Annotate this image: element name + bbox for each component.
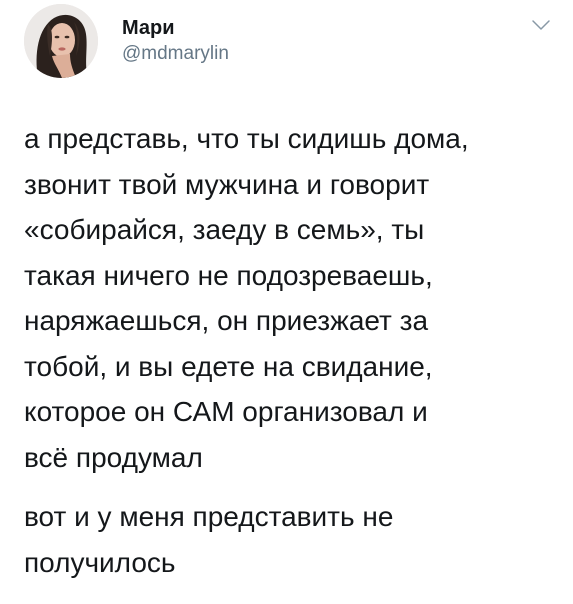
author-info: Мари @mdmarylin (122, 16, 229, 66)
avatar-photo (24, 4, 98, 78)
tweet-paragraph: а представь, что ты сидишь дома, звонит … (24, 123, 469, 473)
tweet-text: а представь, что ты сидишь дома, звонит … (24, 116, 554, 585)
display-name[interactable]: Мари (122, 16, 229, 40)
avatar[interactable] (24, 4, 98, 78)
chevron-down-icon[interactable] (530, 18, 552, 32)
tweet-card: Мари @mdmarylin а представь, что ты сиди… (0, 0, 573, 604)
user-handle[interactable]: @mdmarylin (122, 42, 229, 66)
tweet-header: Мари @mdmarylin (24, 4, 552, 78)
tweet-paragraph: вот и у меня представить не получилось (24, 501, 394, 578)
